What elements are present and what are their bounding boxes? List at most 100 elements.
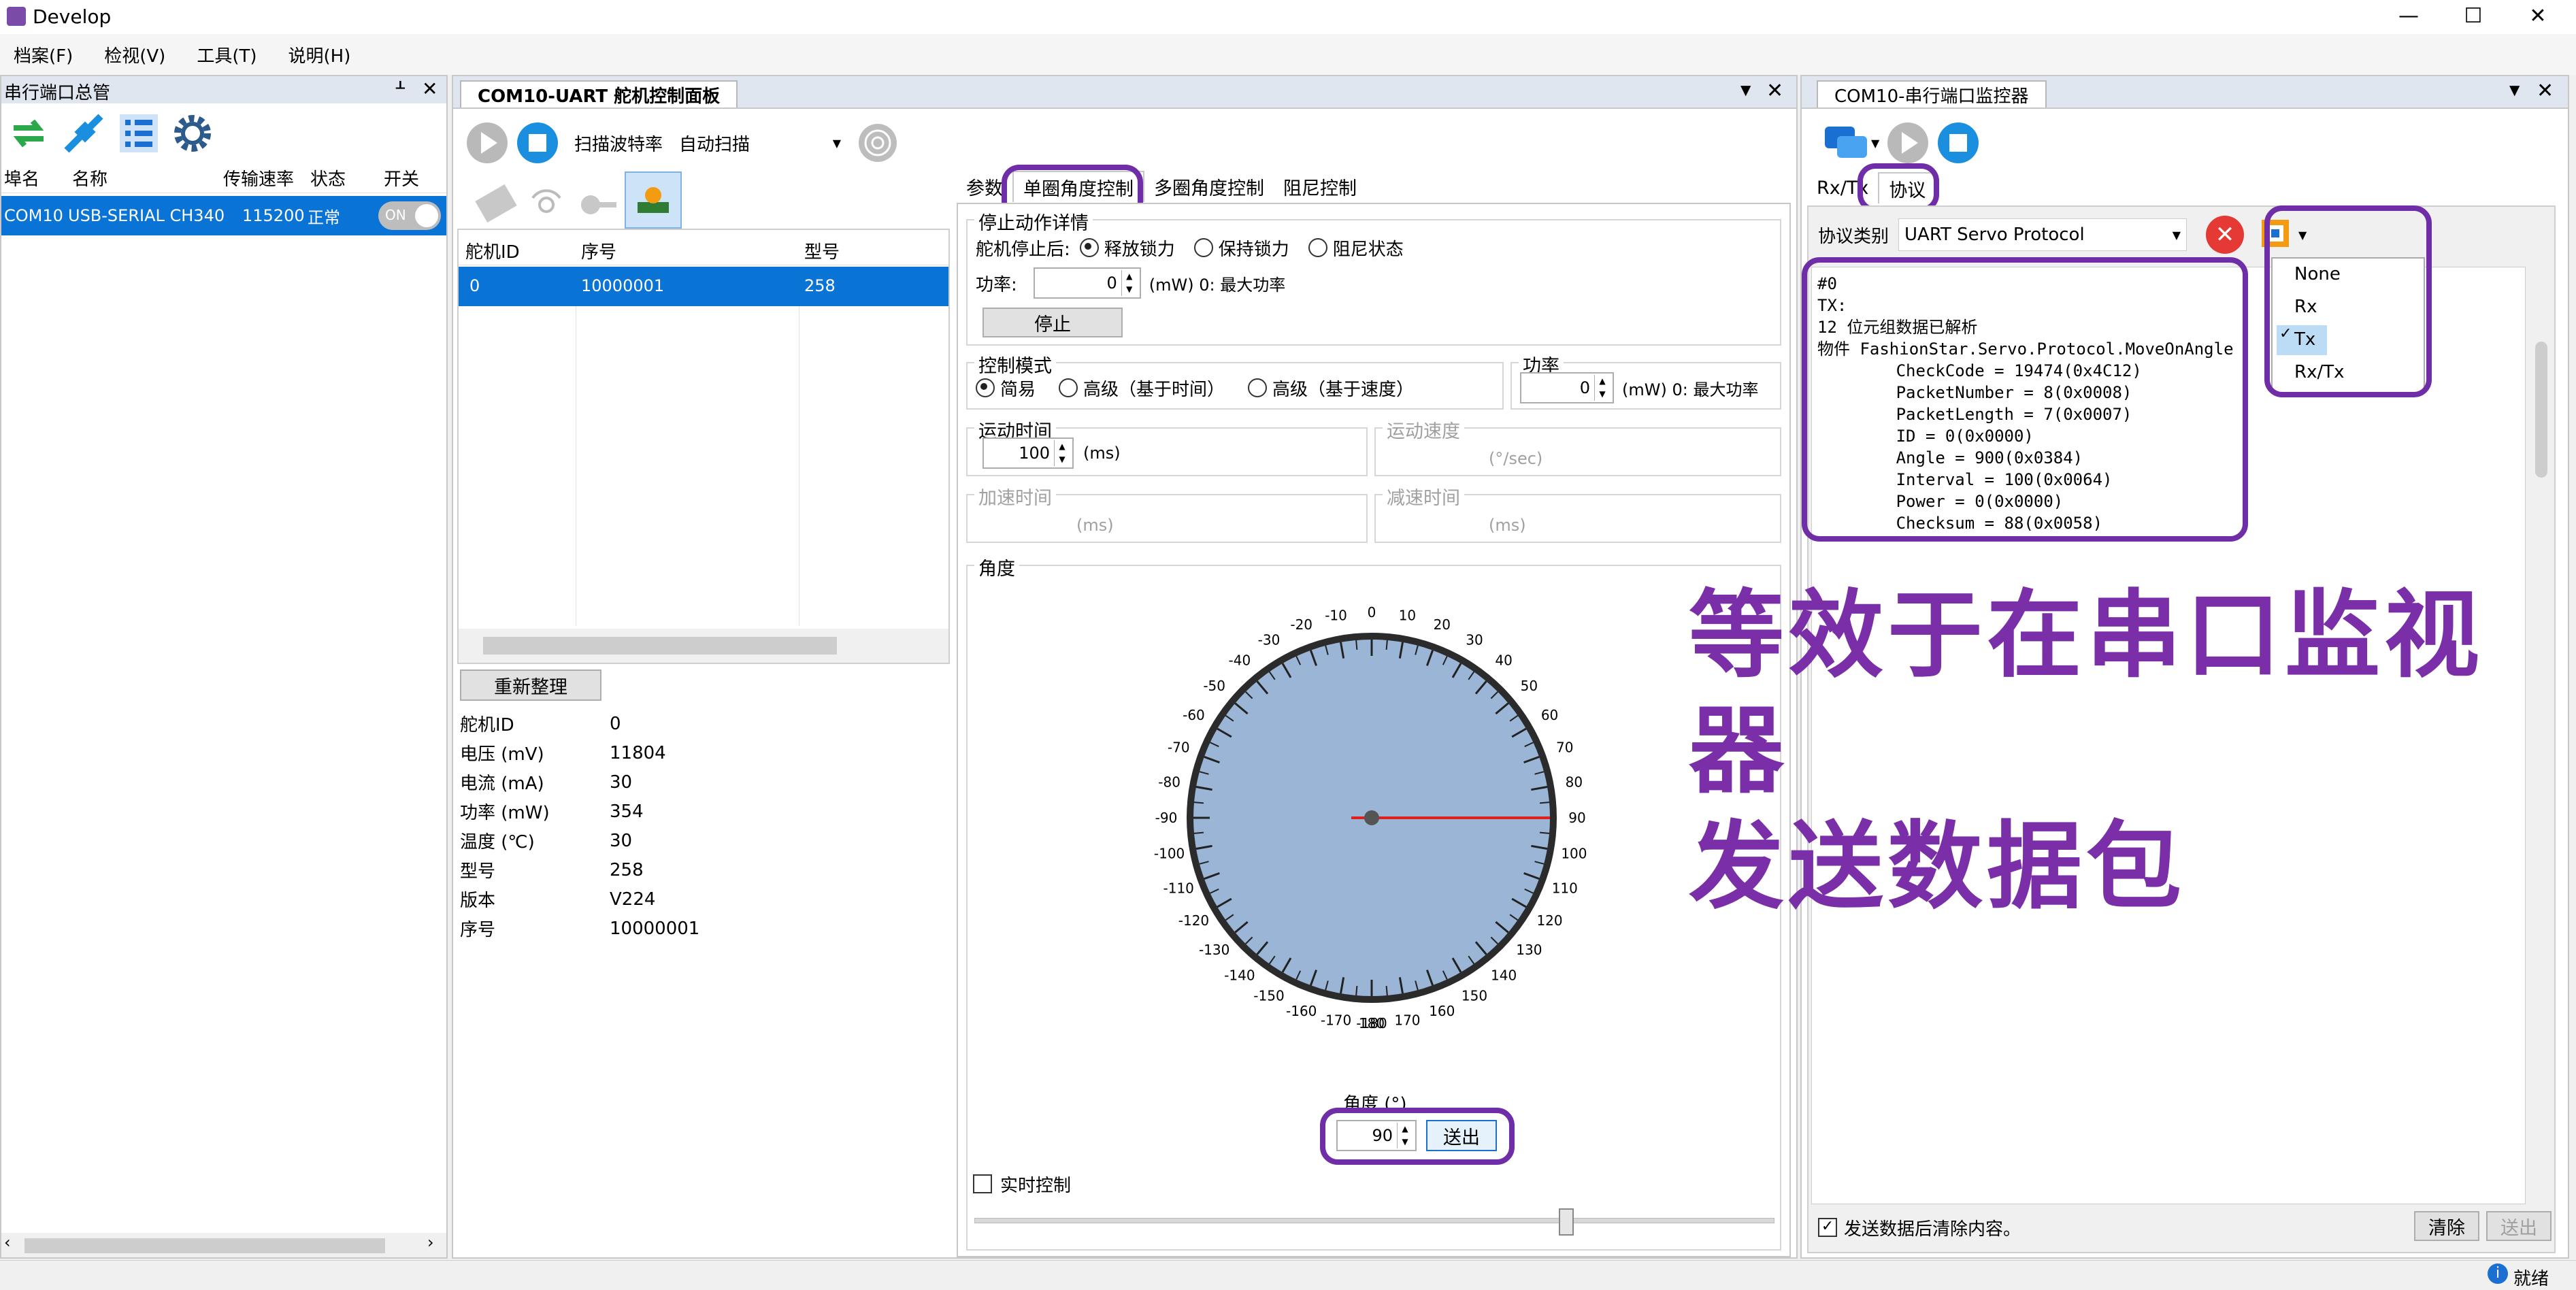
scroll-left-icon[interactable]: ‹ [4, 1233, 11, 1252]
dropdown-arrow-icon[interactable]: ▼ [1740, 82, 1751, 98]
radar-scan-icon[interactable] [856, 121, 899, 165]
col-port[interactable]: 埠名 [4, 165, 39, 191]
dial-label: 30 [1466, 631, 1483, 648]
tab-damping[interactable]: 阻尼控制 [1274, 171, 1366, 201]
connect-icon[interactable] [60, 110, 108, 157]
menu-tools[interactable]: 工具(T) [197, 42, 257, 67]
power-stepper[interactable]: 0 ▲ ▼ [1520, 372, 1614, 403]
wireless-servo-icon[interactable] [524, 178, 569, 222]
selected-servo-type[interactable] [625, 171, 682, 229]
radio-hold[interactable] [1193, 238, 1213, 257]
radio-speed-based[interactable] [1248, 378, 1268, 397]
tab-multi-turn-angle[interactable]: 多圈角度控制 [1144, 171, 1274, 201]
info-row: 版本 V224 [460, 884, 936, 914]
power-group: 功率 0 ▲ ▼ (mW) 0: 最大功率 [1510, 351, 1781, 410]
col-switch[interactable]: 开关 [384, 165, 419, 191]
info-label: 舵机ID [460, 715, 514, 735]
refresh-button[interactable]: 重新整理 [460, 669, 601, 701]
scroll-right-icon[interactable]: › [427, 1233, 434, 1252]
info-value: 258 [610, 859, 644, 880]
stop-power-row: 功率: 0 ▲ ▼ (mW) 0: 最大功率 [976, 267, 1285, 299]
radio-simple-label: 简易 [1000, 379, 1036, 400]
settings-gear-icon[interactable] [170, 111, 215, 156]
dial-label: -170 [1321, 1012, 1351, 1028]
serial-cell: 10000001 [581, 276, 665, 295]
scroll-thumb[interactable] [24, 1238, 385, 1253]
info-row: 电压 (mV) 11804 [460, 738, 936, 767]
dial-label: 60 [1541, 707, 1558, 723]
table-row[interactable]: 0 10000001 258 [459, 267, 948, 306]
play-icon[interactable] [1887, 122, 1929, 163]
maximize-button[interactable]: ☐ [2453, 3, 2494, 30]
window-title: Develop [33, 5, 112, 28]
col-status[interactable]: 状态 [310, 165, 346, 191]
minimize-button[interactable]: — [2388, 3, 2429, 30]
realtime-checkbox[interactable] [973, 1174, 992, 1193]
servo-list: 舵机ID 序号 型号 0 10000001 258 [457, 229, 950, 664]
dial-label: 50 [1521, 678, 1538, 694]
move-time-stepper[interactable]: 100 ▲ ▼ [982, 437, 1074, 469]
close-panel-icon[interactable]: ✕ [1766, 79, 1783, 103]
play-icon[interactable] [467, 122, 508, 163]
scroll-thumb[interactable] [2535, 342, 2547, 478]
close-panel-icon[interactable]: ✕ [422, 78, 437, 100]
menu-help[interactable]: 说明(H) [288, 42, 351, 67]
tab-serial-monitor[interactable]: COM10-串行端口监控器 [1817, 80, 2047, 108]
close-panel-icon[interactable]: ✕ [2537, 79, 2554, 103]
col-name[interactable]: 名称 [72, 165, 108, 191]
clear-after-send-checkbox[interactable]: ✓ [1818, 1218, 1837, 1237]
radio-simple[interactable] [976, 378, 995, 397]
decel-time-group: 减速时间 (ms) [1374, 483, 1781, 543]
col-baud[interactable]: 传输速率 [223, 165, 294, 191]
scroll-thumb[interactable] [483, 637, 837, 655]
panel-header: COM10-UART 舵机控制面板 ▼ ✕ [453, 76, 1796, 109]
scan-baud-label: 扫描波特率 [574, 134, 663, 155]
stepper-arrows-icon[interactable]: ▲ ▼ [1121, 270, 1137, 296]
arm-servo-icon[interactable] [574, 178, 619, 222]
clear-protocol-icon[interactable]: ✕ [2206, 216, 2245, 254]
clear-button[interactable]: 清除 [2414, 1211, 2479, 1241]
dropdown-arrow-icon[interactable]: ▼ [2509, 82, 2520, 98]
pin-icon[interactable]: ᚆ [396, 78, 405, 98]
col-model[interactable]: 型号 [804, 238, 840, 263]
protocol-type-select[interactable]: UART Servo Protocol ▼ [1898, 218, 2187, 251]
list-view-icon[interactable] [118, 113, 159, 154]
angle-slider-track[interactable] [974, 1218, 1774, 1223]
tab-servo-control[interactable]: COM10-UART 舵机控制面板 [460, 80, 738, 108]
move-time-group: 运动时间 100 ▲ ▼ (ms) [966, 416, 1368, 476]
angle-dial[interactable]: -180-170-160-150-140-130-120-110-100-90-… [1147, 593, 1596, 1042]
left-hscrollbar[interactable]: ‹ › [1, 1233, 446, 1257]
angle-slider-thumb[interactable] [1559, 1208, 1574, 1236]
stop-icon[interactable] [1938, 122, 1979, 163]
refresh-icon[interactable] [8, 113, 49, 154]
menu-view[interactable]: 检视(V) [104, 42, 165, 67]
stop-power-stepper[interactable]: 0 ▲ ▼ [1033, 267, 1141, 299]
send-button[interactable]: 送出 [2486, 1211, 2552, 1241]
servo-list-hscrollbar[interactable] [459, 629, 948, 663]
dial-label: 130 [1516, 942, 1542, 958]
panel-title: 串行端口总管 [4, 83, 111, 103]
accel-time-group: 加速时间 (ms) [966, 483, 1368, 543]
chat-message-icon[interactable] [1822, 122, 1870, 163]
servo-icon[interactable] [474, 178, 518, 222]
dial-label: -60 [1183, 707, 1205, 723]
menu-file[interactable]: 档案(F) [14, 42, 73, 67]
table-row[interactable]: COM10 USB-SERIAL CH340 115200 正常 ON [1, 196, 446, 235]
radio-damping[interactable] [1308, 238, 1327, 257]
dial-label: -130 [1199, 942, 1229, 958]
stepper-arrows-icon[interactable]: ▲ ▼ [1594, 375, 1610, 401]
stop-icon[interactable] [517, 122, 558, 163]
scan-baud-select[interactable]: 自动扫描 ▼ [675, 126, 846, 160]
close-window-button[interactable]: ✕ [2517, 3, 2558, 30]
stop-button[interactable]: 停止 [982, 308, 1123, 337]
port-switch-toggle[interactable]: ON [378, 201, 441, 230]
col-servo-id[interactable]: 舵机ID [465, 238, 520, 263]
stepper-arrows-icon[interactable]: ▲ ▼ [1054, 440, 1070, 466]
col-serial[interactable]: 序号 [581, 238, 616, 263]
radio-time-based[interactable] [1059, 378, 1078, 397]
chevron-down-icon[interactable]: ▼ [1871, 137, 1879, 150]
status-bar: i 就绪 [0, 1260, 2576, 1290]
dial-label: -10 [1325, 608, 1347, 624]
control-mode-group: 控制模式 简易 高级（基于时间） 高级（基于速度） [966, 351, 1504, 410]
radio-release[interactable] [1079, 238, 1099, 257]
